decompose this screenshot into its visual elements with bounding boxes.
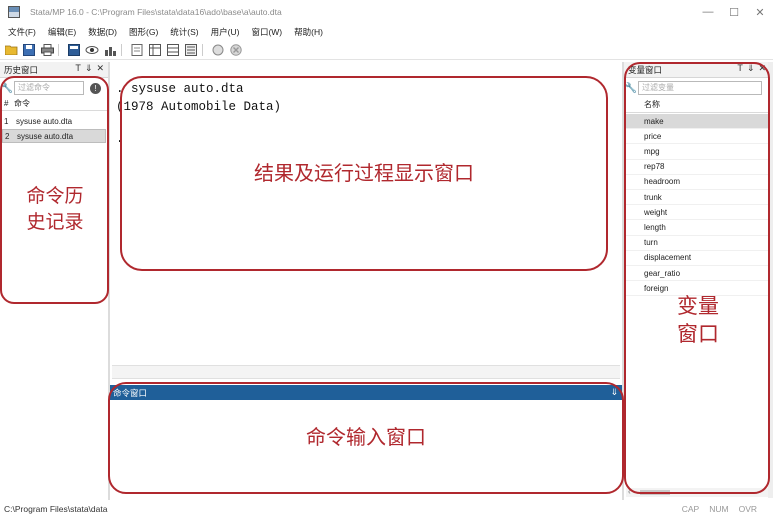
history-panel-title: 历史窗口: [4, 64, 39, 75]
toolbar-separator: [121, 43, 122, 56]
data-editor-edit-icon[interactable]: [148, 43, 162, 57]
variables-annotation-label: 变量 窗口: [640, 292, 756, 349]
open-folder-icon[interactable]: [4, 43, 18, 57]
menu-graphics[interactable]: 图形(G): [129, 26, 158, 38]
variables-annotation-line: 变量: [677, 294, 719, 318]
close-button[interactable]: ✕: [747, 6, 773, 19]
history-annotation-label: 命令历 史记录: [8, 184, 102, 235]
print-icon[interactable]: [40, 43, 54, 57]
menu-edit[interactable]: 编辑(E): [48, 26, 76, 38]
maximize-button[interactable]: ☐: [721, 6, 747, 19]
num-lock-indicator: NUM: [709, 504, 729, 514]
dock-icon[interactable]: ⇓: [85, 63, 93, 74]
title-bar: Stata/MP 16.0 - C:\Program Files\stata\d…: [0, 0, 773, 24]
overwrite-indicator: OVR: [738, 504, 757, 514]
menu-bar: 文件(F) 编辑(E) 数据(D) 图形(G) 统计(S) 用户(U) 窗口(W…: [0, 24, 773, 40]
data-editor-browse-icon[interactable]: [166, 43, 180, 57]
graph-icon[interactable]: [103, 43, 117, 57]
window-title: Stata/MP 16.0 - C:\Program Files\stata\d…: [30, 7, 282, 17]
toolbar-separator: [202, 43, 203, 56]
menu-statistics[interactable]: 统计(S): [170, 26, 198, 38]
more-icon[interactable]: [211, 43, 225, 57]
window-controls: — ☐ ✕: [695, 0, 773, 24]
status-indicators: CAP NUM OVR: [682, 504, 757, 514]
toolbar-separator: [58, 43, 59, 56]
save-icon[interactable]: [22, 43, 36, 57]
menu-window[interactable]: 窗口(W): [251, 26, 282, 38]
pin-icon[interactable]: T: [75, 63, 81, 74]
variables-annotation-line: 窗口: [677, 322, 719, 347]
minimize-button[interactable]: —: [695, 6, 721, 18]
break-icon[interactable]: [229, 43, 243, 57]
caps-lock-indicator: CAP: [681, 504, 700, 514]
close-icon[interactable]: ✕: [96, 63, 104, 74]
history-panel-buttons: T ⇓ ✕: [75, 63, 104, 74]
variables-manager-icon[interactable]: [184, 43, 198, 57]
menu-user[interactable]: 用户(U): [211, 26, 240, 38]
viewer-eye-icon[interactable]: [85, 43, 99, 57]
log-icon[interactable]: [67, 43, 81, 57]
menu-data[interactable]: 数据(D): [88, 26, 117, 38]
menu-help[interactable]: 帮助(H): [294, 26, 323, 38]
stata-app-icon: [8, 6, 20, 18]
command-annotation-label: 命令输入窗口: [306, 425, 426, 449]
do-file-editor-icon[interactable]: [130, 43, 144, 57]
results-command-splitter[interactable]: [112, 365, 620, 379]
status-bar: C:\Program Files\stata\data CAP NUM OVR: [0, 501, 773, 517]
variables-annotation-outline: [624, 62, 770, 494]
results-annotation-label: 结果及运行过程显示窗口: [254, 161, 474, 185]
menu-file[interactable]: 文件(F): [8, 26, 36, 38]
history-annotation-line: 命令历: [26, 185, 84, 207]
history-annotation-line: 史记录: [26, 210, 84, 233]
working-directory: C:\Program Files\stata\data: [4, 504, 108, 514]
toolbar: [0, 40, 773, 60]
